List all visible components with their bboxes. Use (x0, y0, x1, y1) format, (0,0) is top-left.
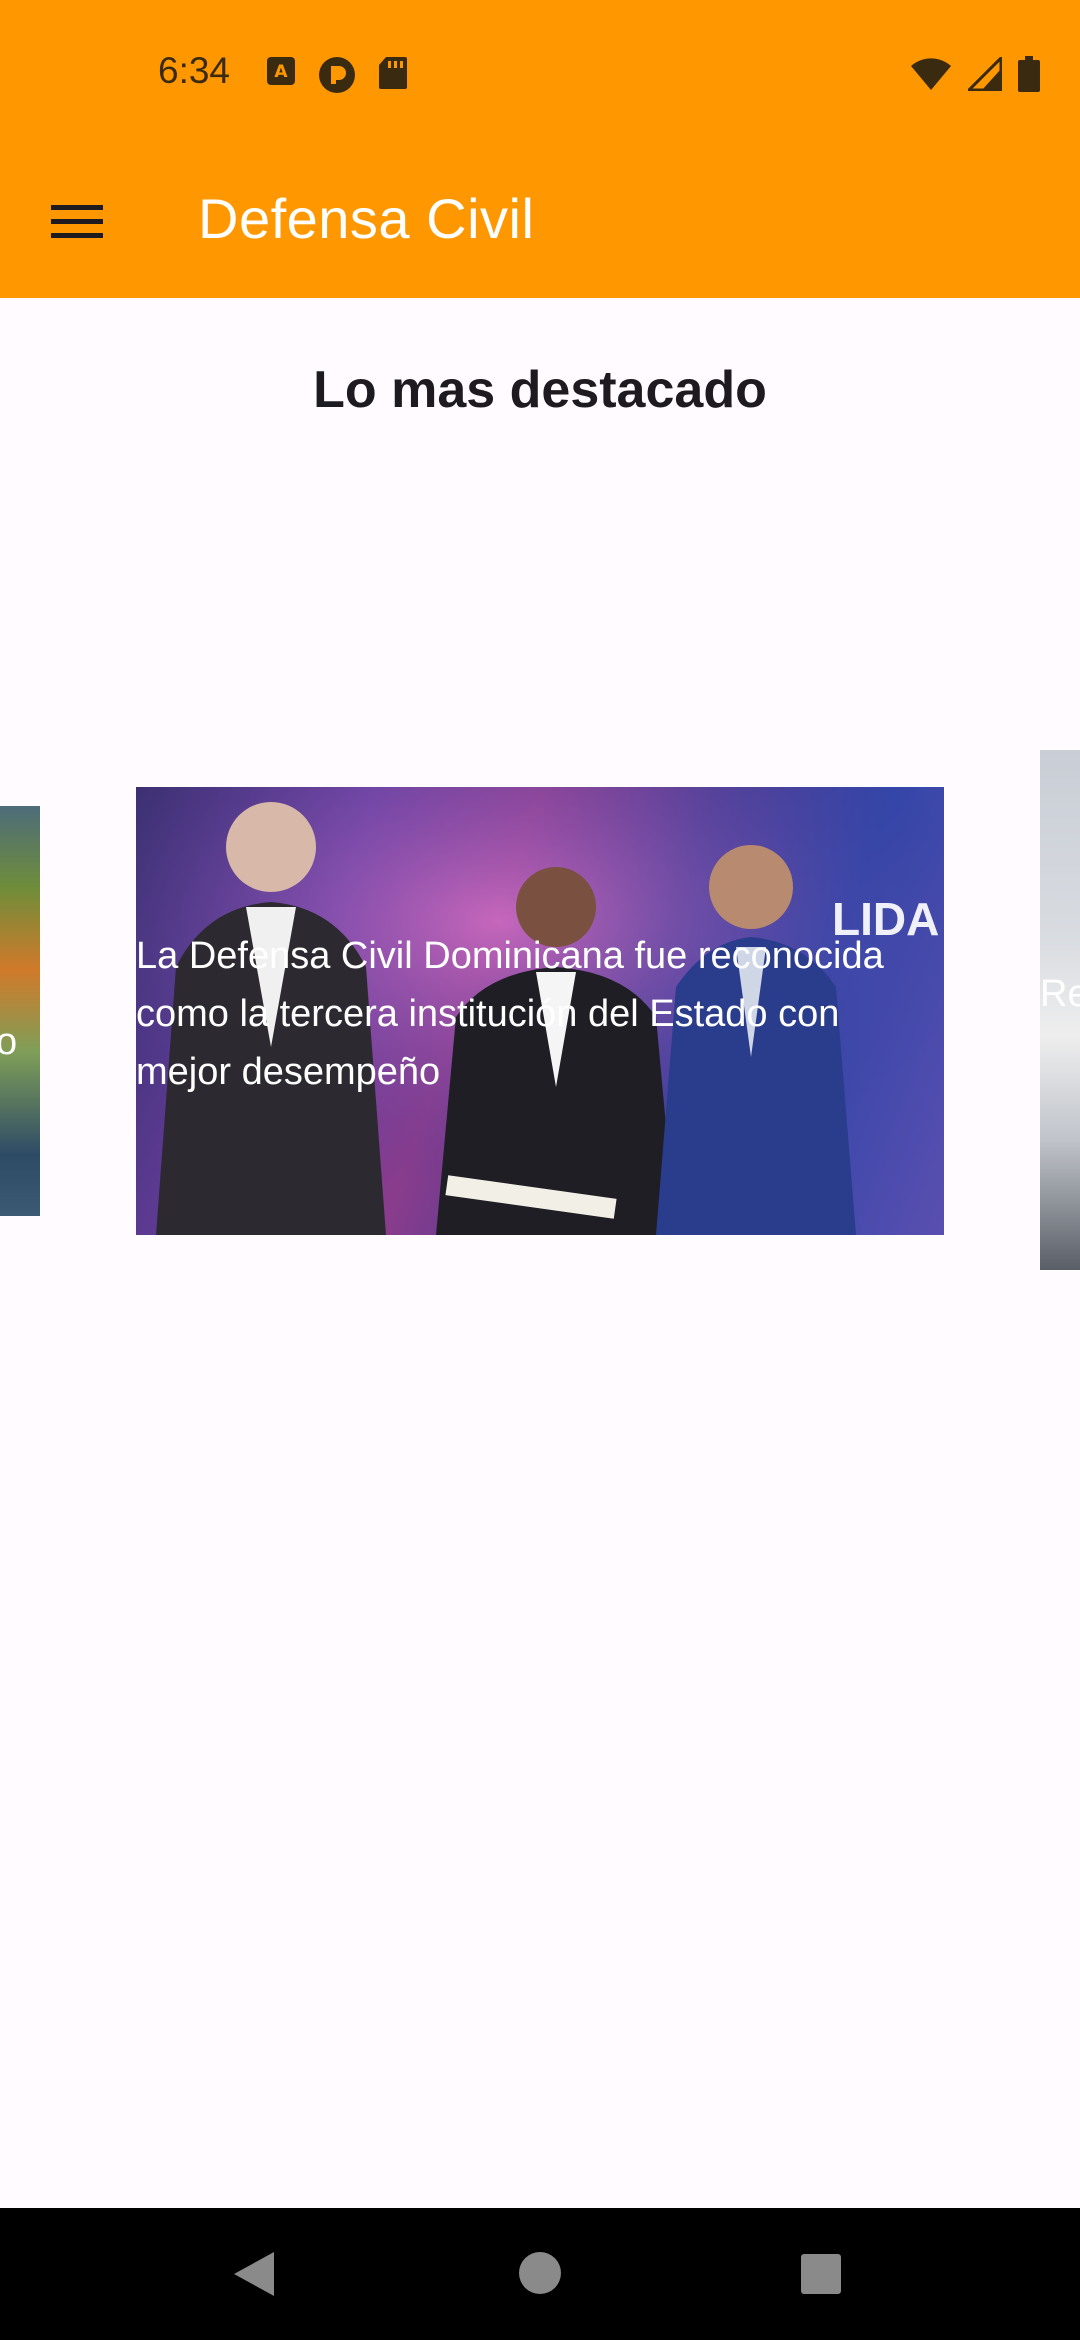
slide-caption: Re de (1040, 965, 1080, 1023)
keyboard-a-icon: A (266, 56, 296, 94)
back-icon[interactable] (232, 2250, 276, 2303)
pocket-casts-icon (318, 56, 356, 94)
slide-caption-text: Re de (1040, 973, 1080, 1015)
cellular-signal-icon (968, 57, 1002, 91)
carousel-slide-previous[interactable]: o (0, 806, 40, 1216)
carousel-slide-next[interactable]: Re de (1040, 750, 1080, 1270)
system-icons (910, 56, 1040, 92)
system-nav-bar (0, 2208, 1080, 2340)
menu-button[interactable] (38, 188, 116, 260)
section-heading: Lo mas destacado (313, 361, 767, 419)
status-bar: 6:34 A (0, 0, 1080, 150)
battery-icon (1018, 56, 1040, 92)
slide-caption: o (0, 1021, 18, 1063)
featured-carousel[interactable]: o LIDA La Defensa Civil Dominicana fue r… (0, 740, 1080, 1280)
status-time: 6:34 (158, 50, 231, 91)
carousel-slide-current[interactable]: LIDA La Defensa Civil Dominicana fue rec… (136, 787, 944, 1235)
sd-card-icon (378, 56, 408, 94)
notification-icons: A (266, 56, 408, 94)
app-bar: Defensa Civil (0, 150, 1080, 298)
hamburger-menu-icon (51, 203, 103, 246)
app-title: Defensa Civil (198, 187, 535, 250)
home-icon[interactable] (518, 2251, 562, 2300)
slide-caption: La Defensa Civil Dominicana fue reconoci… (136, 935, 884, 1093)
recents-icon[interactable] (800, 2253, 842, 2300)
wifi-icon (910, 57, 952, 91)
svg-text:A: A (274, 62, 288, 82)
